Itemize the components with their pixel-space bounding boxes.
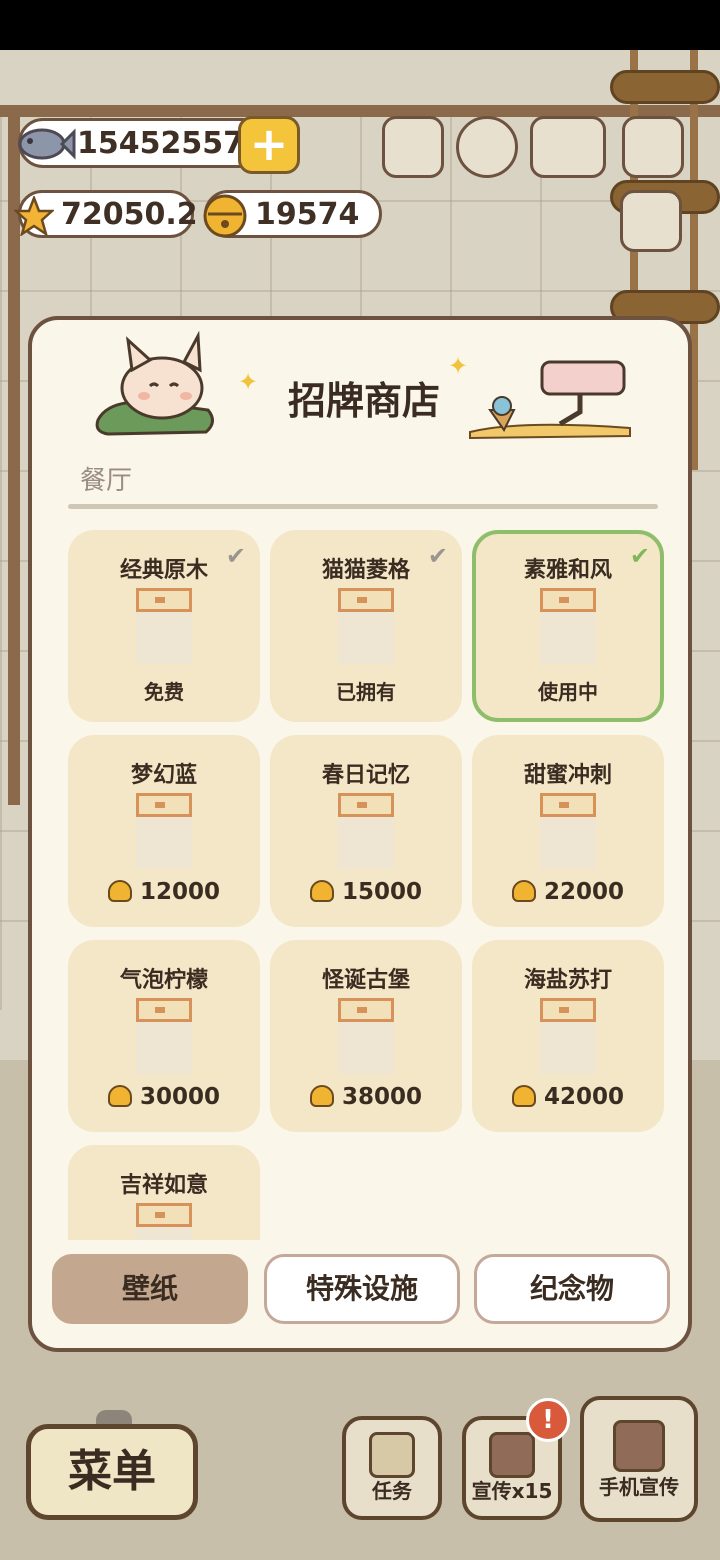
shop-tabs: 壁纸 特殊设施 纪念物	[52, 1254, 672, 1324]
bell-icon	[511, 1085, 536, 1107]
signboard-shop-modal: ✦ ✦ 招牌商店 餐厅 经典原木 ✔ 免费 猫猫菱格 ✔ 已拥有 素雅和风 ✔ …	[28, 316, 692, 1352]
shop-item[interactable]: 甜蜜冲刺 22000	[472, 735, 664, 927]
check-icon: ✔	[629, 542, 650, 570]
tab-wallpaper[interactable]: 壁纸	[52, 1254, 248, 1324]
phone-promote-button[interactable]: 手机宣传	[580, 1396, 698, 1522]
settings-gear-icon[interactable]	[456, 116, 518, 178]
item-name: 春日记忆	[321, 763, 410, 788]
tasks-button[interactable]: 任务	[342, 1416, 442, 1520]
ceiling-beam	[0, 105, 720, 117]
signboard-preview	[136, 998, 192, 1074]
alert-icon: !	[526, 1398, 570, 1442]
shop-item[interactable]: 海盐苏打 42000	[472, 940, 664, 1132]
tab-special-facilities[interactable]: 特殊设施	[264, 1254, 460, 1324]
bell-icon	[107, 880, 132, 902]
signboard-preview	[540, 588, 596, 664]
item-name: 梦幻蓝	[130, 763, 197, 788]
promote-label: 宣传x15	[471, 1479, 553, 1503]
signboard-preview	[540, 793, 596, 869]
leaderboard-icon[interactable]	[382, 116, 444, 178]
signboard-preview	[136, 793, 192, 869]
item-name: 吉祥如意	[119, 1173, 208, 1198]
signboard-preview	[136, 1203, 192, 1240]
bell-icon	[107, 1085, 132, 1107]
add-fish-button[interactable]: +	[238, 116, 300, 174]
bell-icon	[203, 194, 247, 238]
shop-item[interactable]: 经典原木 ✔ 免费	[68, 530, 260, 722]
status-bar	[0, 0, 720, 50]
item-grid: 经典原木 ✔ 免费 猫猫菱格 ✔ 已拥有 素雅和风 ✔ 使用中 梦幻蓝 1200…	[68, 530, 668, 1240]
bell-icon	[511, 880, 536, 902]
item-name: 怪诞古堡	[321, 968, 410, 993]
category-label: 餐厅	[80, 466, 133, 496]
tasks-label: 任务	[372, 1479, 412, 1503]
bell-icon	[309, 880, 334, 902]
phone-promote-label: 手机宣传	[599, 1475, 679, 1499]
item-name: 甜蜜冲刺	[523, 763, 612, 788]
signboard-preview	[338, 998, 394, 1074]
phone-icon	[613, 1420, 665, 1472]
item-name: 海盐苏打	[523, 968, 612, 993]
item-price: 15000	[270, 879, 462, 905]
item-status: 免费	[144, 680, 184, 704]
signboard-preview	[136, 588, 192, 664]
shop-item[interactable]: 气泡柠檬 30000	[68, 940, 260, 1132]
signboard-preview	[338, 588, 394, 664]
bell-icon	[309, 1085, 334, 1107]
shop-item[interactable]: 猫猫菱格 ✔ 已拥有	[270, 530, 462, 722]
shop-item[interactable]: 怪诞古堡 38000	[270, 940, 462, 1132]
item-status: 已拥有	[336, 680, 396, 704]
shop-item-active[interactable]: 素雅和风 ✔ 使用中	[472, 530, 664, 722]
item-price: 38000	[270, 1084, 462, 1110]
shop-item[interactable]: 春日记忆 15000	[270, 735, 462, 927]
star-icon	[14, 196, 54, 236]
menu-button[interactable]: 菜单	[26, 1424, 198, 1520]
mail-icon[interactable]	[620, 190, 682, 252]
cat-book-icon[interactable]	[530, 116, 606, 178]
shop-item[interactable]: 梦幻蓝 12000	[68, 735, 260, 927]
paint-roller-icon	[469, 360, 631, 440]
item-status: 使用中	[538, 680, 598, 704]
check-icon: ✔	[427, 542, 448, 570]
camera-icon[interactable]	[622, 116, 684, 178]
checklist-icon	[369, 1432, 415, 1478]
flyer-icon	[489, 1432, 535, 1478]
tab-souvenirs[interactable]: 纪念物	[474, 1254, 670, 1324]
fish-icon	[18, 128, 76, 160]
item-price: 30000	[68, 1084, 260, 1110]
item-price: 12000	[68, 879, 260, 905]
check-icon: ✔	[225, 542, 246, 570]
item-price: 42000	[472, 1084, 664, 1110]
divider	[68, 504, 658, 509]
item-price: 22000	[472, 879, 664, 905]
shop-item[interactable]: 吉祥如意	[68, 1145, 260, 1240]
signboard-preview	[338, 793, 394, 869]
item-name: 气泡柠檬	[119, 968, 208, 993]
signboard-preview	[540, 998, 596, 1074]
